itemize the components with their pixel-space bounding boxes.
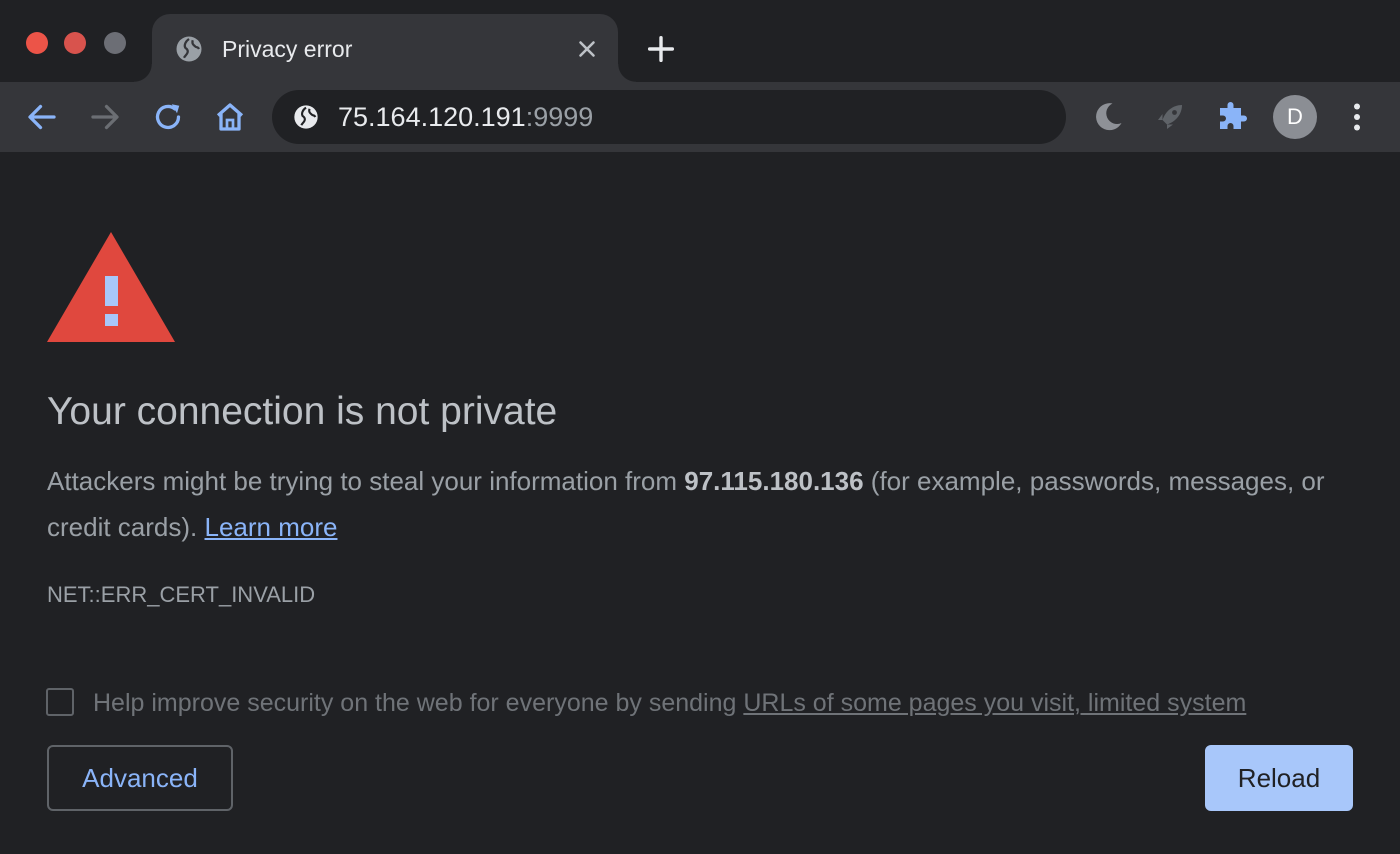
browser-toolbar: 75.164.120.191:9999 D: [0, 82, 1400, 152]
warning-icon: [47, 232, 175, 342]
address-bar[interactable]: 75.164.120.191:9999: [272, 90, 1066, 144]
warning-text-start: Attackers might be trying to steal your …: [47, 466, 685, 496]
tab-privacy-error[interactable]: Privacy error: [134, 14, 636, 82]
url-port: :9999: [525, 102, 594, 132]
window-minimize-button[interactable]: [64, 32, 86, 54]
arrow-left-icon[interactable]: [24, 99, 60, 135]
optin-checkbox[interactable]: [46, 688, 74, 716]
tab-title: Privacy error: [222, 36, 353, 62]
learn-more-link[interactable]: Learn more: [205, 512, 338, 542]
globe-icon[interactable]: [292, 103, 320, 131]
puzzle-icon[interactable]: [1214, 99, 1250, 135]
reload-button[interactable]: Reload: [1205, 745, 1353, 811]
optin-label: Help improve security on the web for eve…: [93, 686, 1246, 720]
close-icon[interactable]: [574, 36, 600, 62]
kebab-menu-icon[interactable]: [1339, 99, 1375, 135]
rocket-icon[interactable]: [1152, 99, 1188, 135]
new-tab-button[interactable]: [644, 32, 678, 66]
target-host: 97.115.180.136: [684, 466, 864, 496]
optin-text: Help improve security on the web for eve…: [93, 689, 744, 717]
page-title: Your connection is not private: [47, 390, 558, 433]
globe-icon: [176, 36, 202, 62]
profile-avatar[interactable]: D: [1273, 95, 1317, 139]
safe-browsing-optin: Help improve security on the web for eve…: [46, 686, 1366, 720]
optin-link[interactable]: URLs of some pages you visit, limited sy…: [743, 689, 1246, 717]
window-maximize-button[interactable]: [104, 32, 126, 54]
url-text: 75.164.120.191:9999: [338, 102, 593, 132]
arrow-right-icon[interactable]: [87, 99, 123, 135]
home-icon[interactable]: [212, 99, 248, 135]
reload-icon[interactable]: [150, 99, 186, 135]
moon-icon[interactable]: [1090, 99, 1126, 135]
tab-strip: Privacy error: [0, 0, 1400, 82]
error-code: NET::ERR_CERT_INVALID: [47, 582, 316, 607]
advanced-button[interactable]: Advanced: [47, 745, 233, 811]
url-host: 75.164.120.191: [338, 102, 526, 132]
warning-message: Attackers might be trying to steal your …: [47, 458, 1337, 550]
window-close-button[interactable]: [26, 32, 48, 54]
